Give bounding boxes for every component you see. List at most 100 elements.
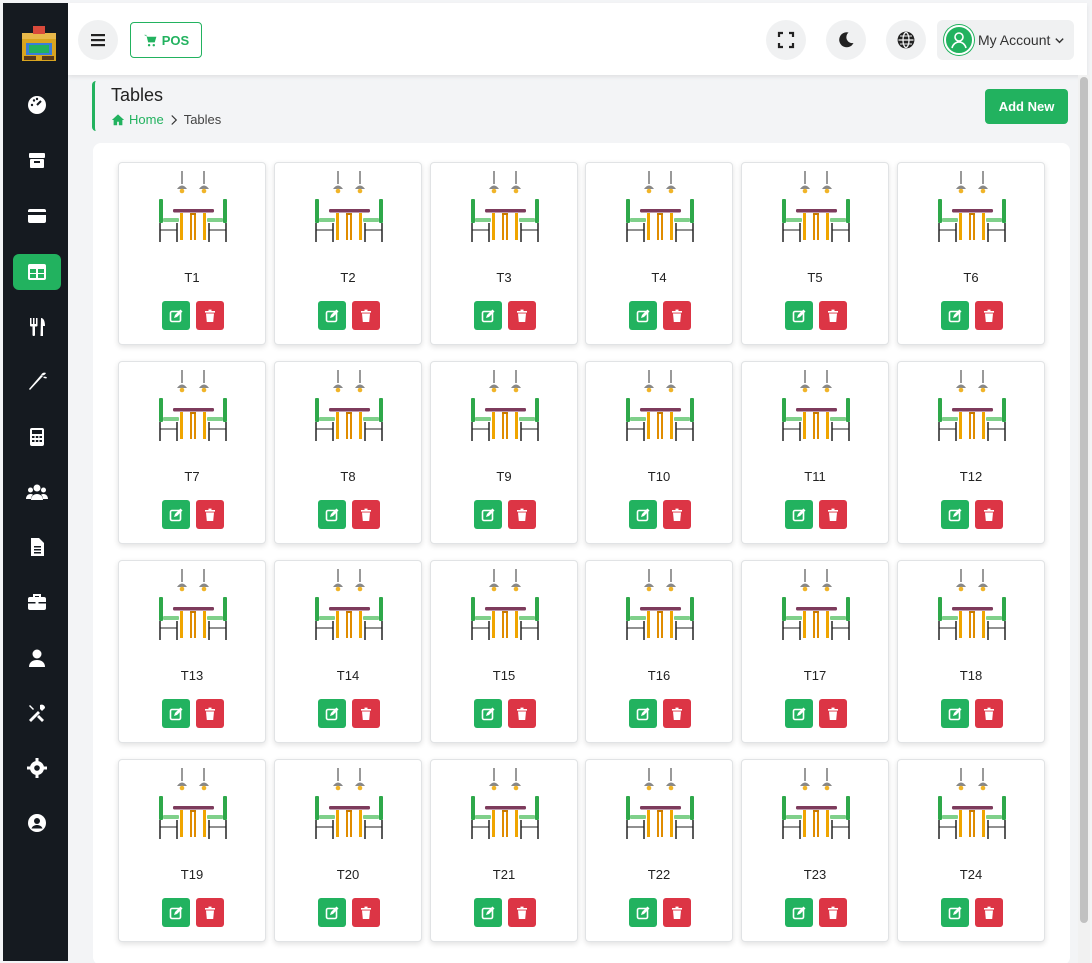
delete-table-button[interactable] [508, 898, 536, 927]
scrollbar[interactable] [1078, 75, 1090, 963]
delete-table-button[interactable] [352, 301, 380, 330]
delete-table-button[interactable] [508, 301, 536, 330]
table-card[interactable]: T9 [430, 361, 578, 544]
table-card[interactable]: T23 [741, 759, 889, 942]
dining-table-icon [626, 569, 694, 640]
table-card[interactable]: T14 [274, 560, 422, 743]
table-card[interactable]: T2 [274, 162, 422, 345]
table-card[interactable]: T18 [897, 560, 1045, 743]
pos-button[interactable]: POS [130, 22, 202, 58]
delete-table-button[interactable] [663, 301, 691, 330]
edit-table-button[interactable] [474, 898, 502, 927]
edit-table-button[interactable] [941, 301, 969, 330]
delete-table-button[interactable] [663, 500, 691, 529]
delete-table-button[interactable] [663, 699, 691, 728]
delete-table-button[interactable] [196, 500, 224, 529]
store-logo-icon[interactable] [19, 23, 59, 63]
table-card[interactable]: T6 [897, 162, 1045, 345]
delete-table-button[interactable] [975, 699, 1003, 728]
add-new-button[interactable]: Add New [985, 89, 1068, 124]
edit-table-button[interactable] [785, 699, 813, 728]
edit-table-button[interactable] [318, 301, 346, 330]
sidebar-item-calculator[interactable] [13, 419, 61, 455]
table-card[interactable]: T24 [897, 759, 1045, 942]
delete-table-button[interactable] [196, 301, 224, 330]
table-card[interactable]: T21 [430, 759, 578, 942]
delete-table-button[interactable] [196, 699, 224, 728]
edit-table-button[interactable] [629, 301, 657, 330]
fullscreen-button[interactable] [766, 20, 806, 60]
sidebar-item-gear[interactable] [13, 750, 61, 786]
delete-table-button[interactable] [975, 301, 1003, 330]
delete-table-button[interactable] [352, 699, 380, 728]
delete-table-button[interactable] [819, 500, 847, 529]
delete-table-button[interactable] [508, 699, 536, 728]
edit-table-button[interactable] [318, 898, 346, 927]
edit-table-button[interactable] [785, 500, 813, 529]
hamburger-menu-button[interactable] [78, 20, 118, 60]
breadcrumb-home-link[interactable]: Home [111, 112, 164, 127]
table-card[interactable]: T15 [430, 560, 578, 743]
table-card[interactable]: T7 [118, 361, 266, 544]
table-card[interactable]: T12 [897, 361, 1045, 544]
edit-table-button[interactable] [162, 699, 190, 728]
sidebar-item-tools[interactable] [13, 695, 61, 731]
sidebar-item-table[interactable] [13, 254, 61, 290]
sidebar-item-user-circle[interactable] [13, 805, 61, 841]
sidebar-item-credit-card[interactable] [13, 198, 61, 234]
edit-table-button[interactable] [318, 500, 346, 529]
table-card[interactable]: T16 [585, 560, 733, 743]
sidebar-item-carrot[interactable] [13, 364, 61, 400]
edit-table-button[interactable] [474, 500, 502, 529]
dining-table-icon [471, 171, 539, 242]
table-card[interactable]: T20 [274, 759, 422, 942]
delete-table-button[interactable] [352, 898, 380, 927]
table-card[interactable]: T1 [118, 162, 266, 345]
sidebar-item-box[interactable] [13, 142, 61, 178]
edit-table-button[interactable] [629, 898, 657, 927]
table-card[interactable]: T19 [118, 759, 266, 942]
language-button[interactable] [886, 20, 926, 60]
sidebar-item-briefcase[interactable] [13, 584, 61, 620]
delete-table-button[interactable] [508, 500, 536, 529]
sidebar-item-utensils[interactable] [13, 309, 61, 345]
table-card[interactable]: T13 [118, 560, 266, 743]
edit-table-button[interactable] [941, 898, 969, 927]
sidebar-item-user[interactable] [13, 640, 61, 676]
trash-icon [517, 707, 527, 720]
delete-table-button[interactable] [819, 898, 847, 927]
delete-table-button[interactable] [819, 699, 847, 728]
table-card[interactable]: T5 [741, 162, 889, 345]
delete-table-button[interactable] [196, 898, 224, 927]
dark-mode-button[interactable] [826, 20, 866, 60]
edit-table-button[interactable] [162, 898, 190, 927]
delete-table-button[interactable] [352, 500, 380, 529]
table-card[interactable]: T4 [585, 162, 733, 345]
table-card[interactable]: T3 [430, 162, 578, 345]
table-card[interactable]: T8 [274, 361, 422, 544]
table-card[interactable]: T10 [585, 361, 733, 544]
edit-table-button[interactable] [318, 699, 346, 728]
scrollbar-thumb[interactable] [1080, 77, 1088, 923]
edit-table-button[interactable] [785, 898, 813, 927]
edit-table-button[interactable] [941, 500, 969, 529]
table-card[interactable]: T17 [741, 560, 889, 743]
sidebar-item-file[interactable] [13, 529, 61, 565]
my-account-dropdown[interactable]: My Account [937, 20, 1074, 60]
edit-table-button[interactable] [785, 301, 813, 330]
edit-table-button[interactable] [162, 301, 190, 330]
edit-table-button[interactable] [941, 699, 969, 728]
delete-table-button[interactable] [663, 898, 691, 927]
delete-table-button[interactable] [819, 301, 847, 330]
sidebar-item-dashboard[interactable] [13, 87, 61, 123]
edit-table-button[interactable] [474, 699, 502, 728]
edit-table-button[interactable] [629, 699, 657, 728]
table-card[interactable]: T22 [585, 759, 733, 942]
table-card[interactable]: T11 [741, 361, 889, 544]
sidebar-item-users[interactable] [13, 474, 61, 510]
edit-table-button[interactable] [162, 500, 190, 529]
edit-table-button[interactable] [629, 500, 657, 529]
delete-table-button[interactable] [975, 500, 1003, 529]
delete-table-button[interactable] [975, 898, 1003, 927]
edit-table-button[interactable] [474, 301, 502, 330]
